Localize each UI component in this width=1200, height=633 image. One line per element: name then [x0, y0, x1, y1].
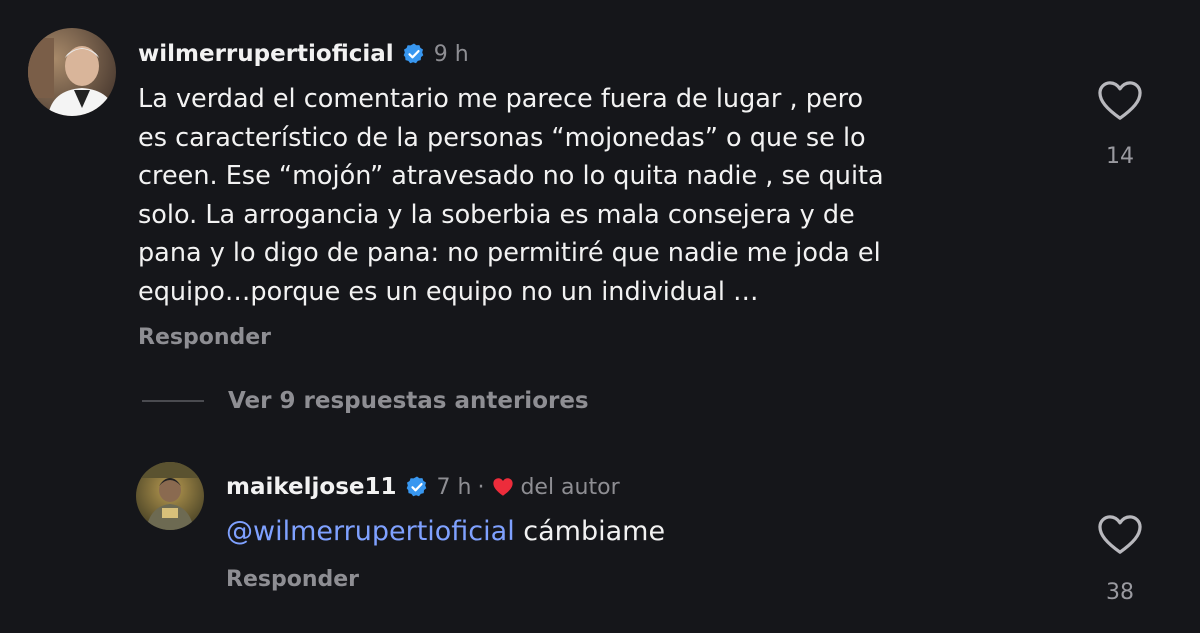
red-heart-icon — [492, 476, 514, 498]
comment-username[interactable]: wilmerrupertioficial — [138, 41, 394, 67]
liked-by-author-label: del autor — [520, 474, 620, 500]
heart-outline-icon[interactable] — [1097, 514, 1143, 556]
reply-like: 38 — [1090, 514, 1150, 605]
comment-text: La verdad el comentario me parece fuera … — [138, 80, 1068, 311]
comment-text-line: equipo…porque es un equipo no un individ… — [138, 276, 759, 307]
replier-avatar[interactable] — [136, 462, 204, 530]
comment-like: 14 — [1090, 80, 1150, 169]
comment-text-line: La verdad el comentario me parece fuera … — [138, 84, 864, 114]
reply-button[interactable]: Responder — [138, 325, 271, 350]
comment-text-line: es característico de la personas “mojone… — [138, 122, 866, 153]
mention-link[interactable]: @wilmerrupertioficial — [226, 516, 515, 547]
verified-badge-icon — [402, 42, 426, 66]
reply-time: 7 h — [436, 474, 472, 500]
like-count: 14 — [1106, 144, 1134, 169]
separator-dot: · — [477, 474, 485, 500]
reply-message: cámbiame — [523, 516, 666, 547]
verified-badge-icon — [405, 475, 429, 499]
reply-username[interactable]: maikeljose11 — [226, 474, 397, 500]
comments-screen: wilmerrupertioficial 9 h La verdad el co… — [0, 0, 1200, 633]
comment-time: 9 h — [433, 41, 469, 67]
heart-outline-icon[interactable] — [1097, 80, 1143, 122]
like-count: 38 — [1106, 580, 1134, 605]
reply-text: @wilmerrupertioficial cámbiame — [226, 512, 665, 552]
commenter-avatar[interactable] — [28, 28, 116, 116]
comment-text-line: pana y lo digo de pana: no permitiré que… — [138, 238, 881, 268]
profile-photo-avatar — [28, 28, 116, 116]
comment-text-line: solo. La arrogancia y la soberbia es mal… — [138, 199, 855, 230]
reply-header: maikeljose11 7 h · del autor — [226, 470, 620, 504]
view-previous-replies[interactable]: Ver 9 respuestas anteriores — [142, 384, 589, 418]
comment-header: wilmerrupertioficial 9 h — [138, 36, 469, 72]
view-replies-label: Ver 9 respuestas anteriores — [228, 388, 589, 414]
profile-photo-avatar — [136, 462, 204, 530]
divider — [142, 400, 204, 402]
reply-button[interactable]: Responder — [226, 567, 359, 592]
comment-text-line: creen. Ese “mojón” atravesado no lo quit… — [138, 161, 884, 191]
